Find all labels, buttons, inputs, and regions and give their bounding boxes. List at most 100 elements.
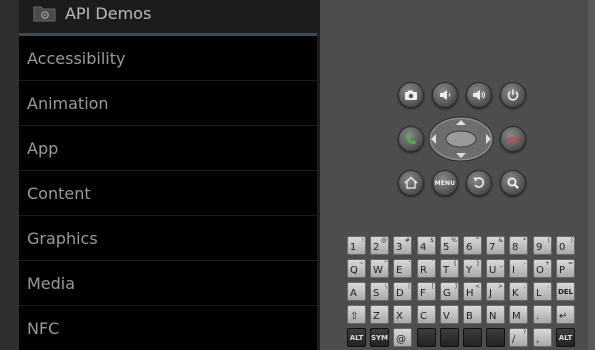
list-item-nfc[interactable]: NFC (19, 307, 317, 350)
keyboard-key[interactable]: T{ (440, 259, 459, 278)
keyboard-key[interactable]: J > (486, 282, 505, 301)
keyboard-key[interactable]: Y} (463, 259, 482, 278)
key-label: C (420, 311, 427, 322)
keyboard-key[interactable]: 3 # (393, 236, 412, 255)
keyboard-key[interactable]: ALT (347, 328, 366, 347)
list-item-media[interactable]: Media (19, 262, 317, 306)
key-alt-label: ~ (358, 260, 364, 267)
key-alt-label: % (451, 237, 457, 244)
keyboard-key[interactable]: L: (533, 282, 552, 301)
key-label: M (512, 311, 521, 322)
key-label: R (420, 265, 427, 276)
keyboard-key[interactable]: O + (533, 259, 552, 278)
key-label: SYM (370, 333, 389, 342)
keyboard-key[interactable]: ⇧ (347, 305, 366, 324)
keyboard-key[interactable]: Q ~ (347, 259, 366, 278)
keyboard-key[interactable]: H < (463, 282, 482, 301)
keyboard-key[interactable]: I- (509, 259, 528, 278)
keyboard-key[interactable]: D | (393, 282, 412, 301)
keyboard-key[interactable]: F[ (417, 282, 436, 301)
keyboard-key[interactable]: X (393, 305, 412, 324)
keyboard-key[interactable]: /? (509, 328, 528, 347)
keyboard-key[interactable]: E ' (393, 259, 412, 278)
camera-button[interactable] (398, 82, 424, 108)
list-item-graphics[interactable]: Graphics (19, 217, 317, 261)
key-label: I (512, 265, 515, 276)
list-divider (19, 125, 317, 126)
key-alt-label: \ (384, 283, 387, 290)
keyboard-key[interactable]: 6 ^ (463, 236, 482, 255)
key-label: A (350, 288, 357, 299)
keyboard-key[interactable]: 2 @ (370, 236, 389, 255)
key-label: P (559, 265, 566, 276)
keyboard-key[interactable]: ↵ (556, 305, 575, 324)
keyboard-key[interactable]: R ` (417, 259, 436, 278)
key-label: V (443, 311, 450, 322)
call-button[interactable] (398, 126, 424, 152)
keyboard-key[interactable] (417, 328, 436, 347)
list-divider (19, 260, 317, 261)
key-alt-label: ` (431, 260, 434, 267)
keyboard-key[interactable]: S \ (370, 282, 389, 301)
volume-up-icon (473, 90, 486, 100)
search-button[interactable] (500, 170, 526, 196)
key-label: / (512, 334, 516, 345)
list-item-content[interactable]: Content (19, 172, 317, 216)
key-label: J (489, 288, 492, 299)
key-label: DEL (557, 287, 574, 296)
keyboard-key[interactable]: 7 & (486, 236, 505, 255)
keyboard-key[interactable]: C (417, 305, 436, 324)
key-label: 9 (536, 242, 543, 253)
dpad[interactable] (428, 116, 494, 162)
keyboard-key[interactable]: Z (370, 305, 389, 324)
list-item-app[interactable]: App (19, 127, 317, 171)
keyboard-key[interactable]: ALT (556, 328, 575, 347)
list-divider (19, 170, 317, 171)
back-button[interactable] (466, 170, 492, 196)
keyboard-key[interactable]: A (347, 282, 366, 301)
key-label: 2 (373, 242, 380, 253)
keyboard-key[interactable]: V (440, 305, 459, 324)
keyboard-key[interactable]: M (509, 305, 528, 324)
volume-down-button[interactable] (432, 82, 458, 108)
key-alt-label: & (498, 237, 503, 244)
keyboard-key[interactable]: 4 $ (417, 236, 436, 255)
keyboard-key[interactable]: K; (509, 282, 528, 301)
end-call-button[interactable] (500, 126, 526, 152)
menu-button[interactable]: MENU (432, 170, 458, 196)
keyboard-key[interactable]: B (463, 305, 482, 324)
keyboard-key[interactable]: P = (556, 259, 575, 278)
keyboard-key[interactable] (440, 328, 459, 347)
key-alt-label: ] (454, 283, 457, 290)
keyboard-key[interactable]: W " (370, 259, 389, 278)
keyboard-key[interactable] (463, 328, 482, 347)
keyboard-key[interactable]: DEL (556, 282, 575, 301)
keyboard-key[interactable]: , (533, 328, 552, 347)
key-alt-label: ; (523, 283, 526, 290)
call-icon (406, 134, 416, 145)
keyboard-key[interactable]: 8 * (509, 236, 528, 255)
list-divider (19, 215, 317, 216)
home-button[interactable] (398, 170, 424, 196)
keyboard-key[interactable]: N (486, 305, 505, 324)
list-item-label: Media (27, 274, 76, 293)
key-label: . (536, 311, 540, 322)
list-item-label: Accessibility (27, 49, 126, 68)
keyboard-key[interactable]: 9( (533, 236, 552, 255)
keyboard-key[interactable] (486, 328, 505, 347)
keyboard-key[interactable]: 5% (440, 236, 459, 255)
list-item-animation[interactable]: Animation (19, 82, 317, 126)
key-label: 1 (350, 242, 357, 253)
keyboard-key[interactable]: G] (440, 282, 459, 301)
key-label: , (536, 334, 540, 345)
keyboard-key[interactable]: 0) (556, 236, 575, 255)
volume-up-button[interactable] (466, 82, 492, 108)
key-label: ALT (349, 333, 364, 342)
keyboard-key[interactable]: . (533, 305, 552, 324)
keyboard-key[interactable]: SYM (370, 328, 389, 347)
keyboard-key[interactable]: U _ (486, 259, 505, 278)
list-item-accessibility[interactable]: Accessibility (19, 37, 317, 81)
keyboard-key[interactable]: @ (393, 328, 412, 347)
power-button[interactable] (500, 82, 526, 108)
keyboard-key[interactable]: 1! (347, 236, 366, 255)
